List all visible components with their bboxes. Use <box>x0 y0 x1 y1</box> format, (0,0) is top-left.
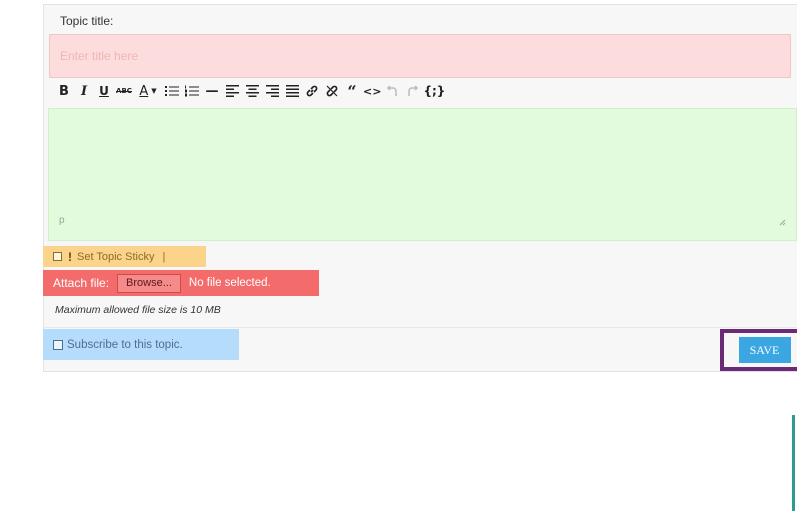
editor-toolbar: B I U ABC A ▼ — “ <> {;} <box>55 81 447 101</box>
exclamation-icon: ! <box>68 249 72 264</box>
sticky-separator: | <box>162 250 166 263</box>
align-left-icon <box>225 85 239 97</box>
topic-title-input[interactable] <box>49 34 791 78</box>
italic-button[interactable]: I <box>75 81 93 101</box>
file-status: No file selected. <box>188 277 271 289</box>
side-accent-line <box>792 415 795 511</box>
code-button[interactable]: <> <box>363 81 381 101</box>
align-right-icon <box>265 85 279 97</box>
resize-grip-icon[interactable] <box>779 219 786 226</box>
insert-link-button[interactable] <box>303 81 321 101</box>
strikethrough-button[interactable]: ABC <box>115 81 133 101</box>
code-block-button[interactable]: {;} <box>423 81 445 101</box>
topic-content-editor[interactable]: p <box>48 108 797 241</box>
text-color-button[interactable]: A ▼ <box>135 81 161 101</box>
bold-button[interactable]: B <box>55 81 73 101</box>
align-center-button[interactable] <box>243 81 261 101</box>
subscribe-checkbox[interactable] <box>53 339 63 350</box>
numbered-list-icon <box>185 85 199 97</box>
subscribe-option: Subscribe to this topic. <box>43 329 239 360</box>
code-block-icon: {;} <box>423 84 446 98</box>
attach-file-label: Attach file: <box>53 276 110 290</box>
align-center-icon <box>245 85 259 97</box>
save-button[interactable]: SAVE <box>738 337 791 363</box>
horizontal-rule-icon: — <box>205 83 219 99</box>
max-file-size-note: Maximum allowed file size is 10 MB <box>55 304 221 316</box>
editor-path: p <box>59 215 65 226</box>
blockquote-icon: “ <box>347 81 357 101</box>
align-right-button[interactable] <box>263 81 281 101</box>
chevron-down-icon: ▼ <box>151 87 157 95</box>
align-justify-button[interactable] <box>283 81 301 101</box>
underline-button[interactable]: U <box>95 81 113 101</box>
text-color-icon: A <box>139 83 149 99</box>
italic-icon: I <box>80 83 88 99</box>
undo-icon <box>386 85 397 96</box>
save-highlight-frame: SAVE <box>720 329 797 371</box>
redo-button[interactable] <box>403 81 421 101</box>
link-icon <box>306 85 318 97</box>
remove-link-button[interactable] <box>323 81 341 101</box>
topic-title-label: Topic title: <box>60 14 114 28</box>
blockquote-button[interactable]: “ <box>343 81 361 101</box>
bold-icon: B <box>59 83 69 99</box>
strikethrough-icon: ABC <box>116 87 132 95</box>
footer-divider <box>43 327 797 328</box>
align-justify-icon <box>285 85 299 97</box>
sticky-label: Set Topic Sticky <box>77 250 155 263</box>
browse-button[interactable]: Browse... <box>117 273 181 293</box>
align-left-button[interactable] <box>223 81 241 101</box>
redo-icon <box>408 85 418 96</box>
sticky-option: ! Set Topic Sticky | <box>43 246 206 267</box>
subscribe-label: Subscribe to this topic. <box>67 338 183 351</box>
numbered-list-button[interactable] <box>183 81 201 101</box>
bullet-list-icon <box>165 86 179 96</box>
unlink-icon <box>326 85 338 97</box>
underline-icon: U <box>99 84 109 98</box>
horizontal-rule-button[interactable]: — <box>203 81 221 101</box>
bullet-list-button[interactable] <box>163 81 181 101</box>
undo-button[interactable] <box>383 81 401 101</box>
attach-file-row: Attach file: Browse... No file selected. <box>43 270 319 296</box>
code-icon: <> <box>363 84 382 98</box>
sticky-checkbox[interactable] <box>53 252 62 261</box>
